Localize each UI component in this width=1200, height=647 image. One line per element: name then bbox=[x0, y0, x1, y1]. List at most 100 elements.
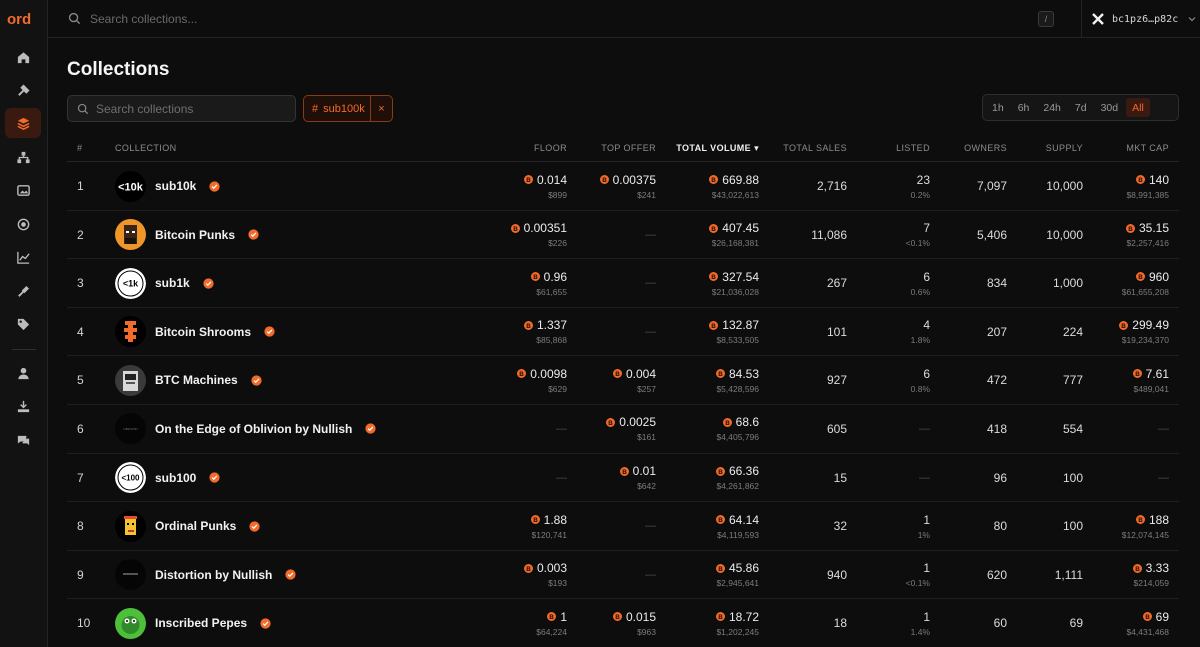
row-top-offer: B 0.015 $963 bbox=[612, 599, 656, 647]
value-text: 7.61 bbox=[1145, 366, 1169, 381]
collection-name[interactable]: On the Edge of Oblivion by Nullish bbox=[155, 422, 352, 436]
svg-text:B: B bbox=[718, 468, 723, 475]
table-row[interactable]: 2 Bitcoin Punks B 0.00351 $226 — B 407.45 $2… bbox=[67, 211, 1179, 260]
nav-profile[interactable] bbox=[5, 358, 41, 388]
value-text: 10,000 bbox=[1046, 227, 1083, 242]
collection-name[interactable]: BTC Machines bbox=[155, 373, 238, 387]
header-collection[interactable]: COLLECTION bbox=[115, 143, 177, 153]
collection-name[interactable]: Inscribed Pepes bbox=[155, 616, 247, 630]
wallet-button[interactable]: bc1pz6…p82c bbox=[1082, 0, 1200, 38]
nav-tags[interactable] bbox=[5, 309, 41, 339]
header-owners[interactable]: OWNERS bbox=[964, 143, 1007, 153]
bitcoin-icon: B bbox=[523, 563, 533, 573]
header-listed[interactable]: LISTED bbox=[896, 143, 930, 153]
row-total-volume: B 66.36 $4,261,862 bbox=[715, 454, 759, 502]
period-24h[interactable]: 24h bbox=[1037, 98, 1067, 117]
table-row[interactable]: 6 OBLIVION On the Edge of Oblivion by Nu… bbox=[67, 405, 1179, 454]
collection-search bbox=[67, 95, 296, 122]
header-supply[interactable]: SUPPLY bbox=[1046, 143, 1083, 153]
ord-logo[interactable]: ord bbox=[6, 10, 42, 28]
bitcoin-icon: B bbox=[722, 417, 732, 427]
table-row[interactable]: 10 Inscribed Pepes B 1 $64,224 B 0.015 $963 … bbox=[67, 599, 1179, 647]
row-collection[interactable]: Bitcoin Punks bbox=[115, 211, 259, 259]
header-total-volume[interactable]: TOTAL VOLUME ▾ bbox=[676, 143, 759, 154]
collection-name[interactable]: sub100 bbox=[155, 471, 196, 485]
row-collection[interactable]: Inscribed Pepes bbox=[115, 599, 271, 647]
collection-avatar bbox=[115, 316, 146, 348]
period-30d[interactable]: 30d bbox=[1095, 98, 1125, 117]
row-total-volume: B 64.14 $4,119,593 bbox=[715, 502, 759, 550]
table-row[interactable]: 7 <100 sub100 — B 0.01 $642 B 66.36 $4,261,8… bbox=[67, 454, 1179, 503]
table-row[interactable]: 8 Ordinal Punks B 1.88 $120,741 — B 64.14 $4… bbox=[67, 502, 1179, 551]
collection-name[interactable]: Distortion by Nullish bbox=[155, 568, 272, 582]
global-search-input[interactable] bbox=[90, 8, 990, 30]
collection-search-input[interactable] bbox=[96, 100, 286, 118]
table-row[interactable]: 1 <10k sub10k B 0.014 $899 B 0.00375 $241 B6… bbox=[67, 162, 1179, 211]
row-owners: 472 bbox=[987, 356, 1007, 404]
nav-inscribe[interactable] bbox=[5, 391, 41, 421]
period-all[interactable]: All bbox=[1126, 98, 1150, 117]
listed-count: 1 bbox=[923, 561, 930, 576]
value-text: 68.6 bbox=[735, 415, 759, 430]
nav-home[interactable] bbox=[5, 42, 41, 72]
table-row[interactable]: 3 <1k sub1k B 0.96 $61,655 — B 327.54 $21,03… bbox=[67, 259, 1179, 308]
filter-chip-remove-button[interactable]: × bbox=[370, 96, 392, 121]
row-collection[interactable]: Bitcoin Shrooms bbox=[115, 308, 275, 356]
row-rank: 6 bbox=[77, 421, 84, 436]
nav-sitemap[interactable] bbox=[5, 142, 41, 172]
filter-chip-label[interactable]: # sub100k bbox=[304, 96, 370, 121]
hammer-icon bbox=[17, 83, 30, 96]
row-collection[interactable]: <100 sub100 bbox=[115, 454, 220, 502]
listed-percent: 1% bbox=[917, 529, 930, 540]
value-text: 45.86 bbox=[728, 561, 759, 576]
verified-badge-icon bbox=[264, 326, 275, 337]
value-text: 100 bbox=[1062, 470, 1083, 485]
row-collection[interactable]: <1k sub1k bbox=[115, 259, 214, 307]
usd-value: $26,168,381 bbox=[711, 238, 759, 249]
value-text: 1.88 bbox=[543, 512, 567, 527]
header-mkt-cap[interactable]: MKT CAP bbox=[1126, 143, 1169, 153]
row-collection[interactable]: BTC Machines bbox=[115, 356, 262, 404]
svg-text:B: B bbox=[533, 274, 538, 281]
row-supply: 100 bbox=[1063, 502, 1083, 550]
nav-rune[interactable] bbox=[5, 209, 41, 239]
collection-avatar bbox=[115, 364, 146, 396]
nav-collections[interactable] bbox=[5, 108, 41, 138]
bitcoin-icon: B bbox=[715, 466, 725, 476]
period-1h[interactable]: 1h bbox=[986, 98, 1010, 117]
table-row[interactable]: 9 Distortion by Nullish B 0.003 $193 — B 45… bbox=[67, 551, 1179, 600]
table-row[interactable]: 5 BTC Machines B 0.0098 $629 B 0.004 $257 B8… bbox=[67, 356, 1179, 405]
collection-name[interactable]: sub10k bbox=[155, 179, 196, 193]
btc-value: B 68.6 bbox=[722, 415, 759, 430]
header-total-sales[interactable]: TOTAL SALES bbox=[783, 143, 847, 153]
nav-auction[interactable] bbox=[5, 276, 41, 306]
period-7d[interactable]: 7d bbox=[1069, 98, 1093, 117]
row-supply: 10,000 bbox=[1046, 211, 1083, 259]
listed-count: 7 bbox=[923, 221, 930, 236]
row-collection[interactable]: <10k sub10k bbox=[115, 162, 220, 210]
value-text: 267 bbox=[826, 276, 847, 291]
row-rank: 9 bbox=[77, 567, 84, 582]
btc-value: B 669.88 bbox=[709, 173, 759, 187]
svg-text:B: B bbox=[718, 566, 723, 573]
nav-charts[interactable] bbox=[5, 242, 41, 272]
nav-gallery[interactable] bbox=[5, 175, 41, 205]
row-collection[interactable]: Distortion by Nullish bbox=[115, 551, 296, 599]
nav-tools[interactable] bbox=[5, 75, 41, 105]
row-collection[interactable]: OBLIVION On the Edge of Oblivion by Null… bbox=[115, 405, 376, 453]
collection-name[interactable]: Bitcoin Shrooms bbox=[155, 325, 251, 339]
collection-name[interactable]: sub1k bbox=[155, 276, 190, 290]
svg-text:B: B bbox=[526, 177, 531, 184]
row-owners: 7,097 bbox=[977, 162, 1007, 210]
nav-messages[interactable] bbox=[5, 425, 41, 455]
table-row[interactable]: 4 Bitcoin Shrooms B 1.337 $85,868 — B 132.8… bbox=[67, 308, 1179, 357]
collection-name[interactable]: Ordinal Punks bbox=[155, 519, 236, 533]
row-rank: 7 bbox=[77, 470, 84, 485]
collection-name[interactable]: Bitcoin Punks bbox=[155, 228, 235, 242]
period-6h[interactable]: 6h bbox=[1012, 98, 1036, 117]
empty-value: — bbox=[645, 325, 656, 338]
header-top-offer[interactable]: TOP OFFER bbox=[601, 143, 656, 153]
header-floor[interactable]: FLOOR bbox=[534, 143, 567, 153]
row-collection[interactable]: Ordinal Punks bbox=[115, 502, 260, 550]
svg-text:B: B bbox=[533, 517, 538, 524]
